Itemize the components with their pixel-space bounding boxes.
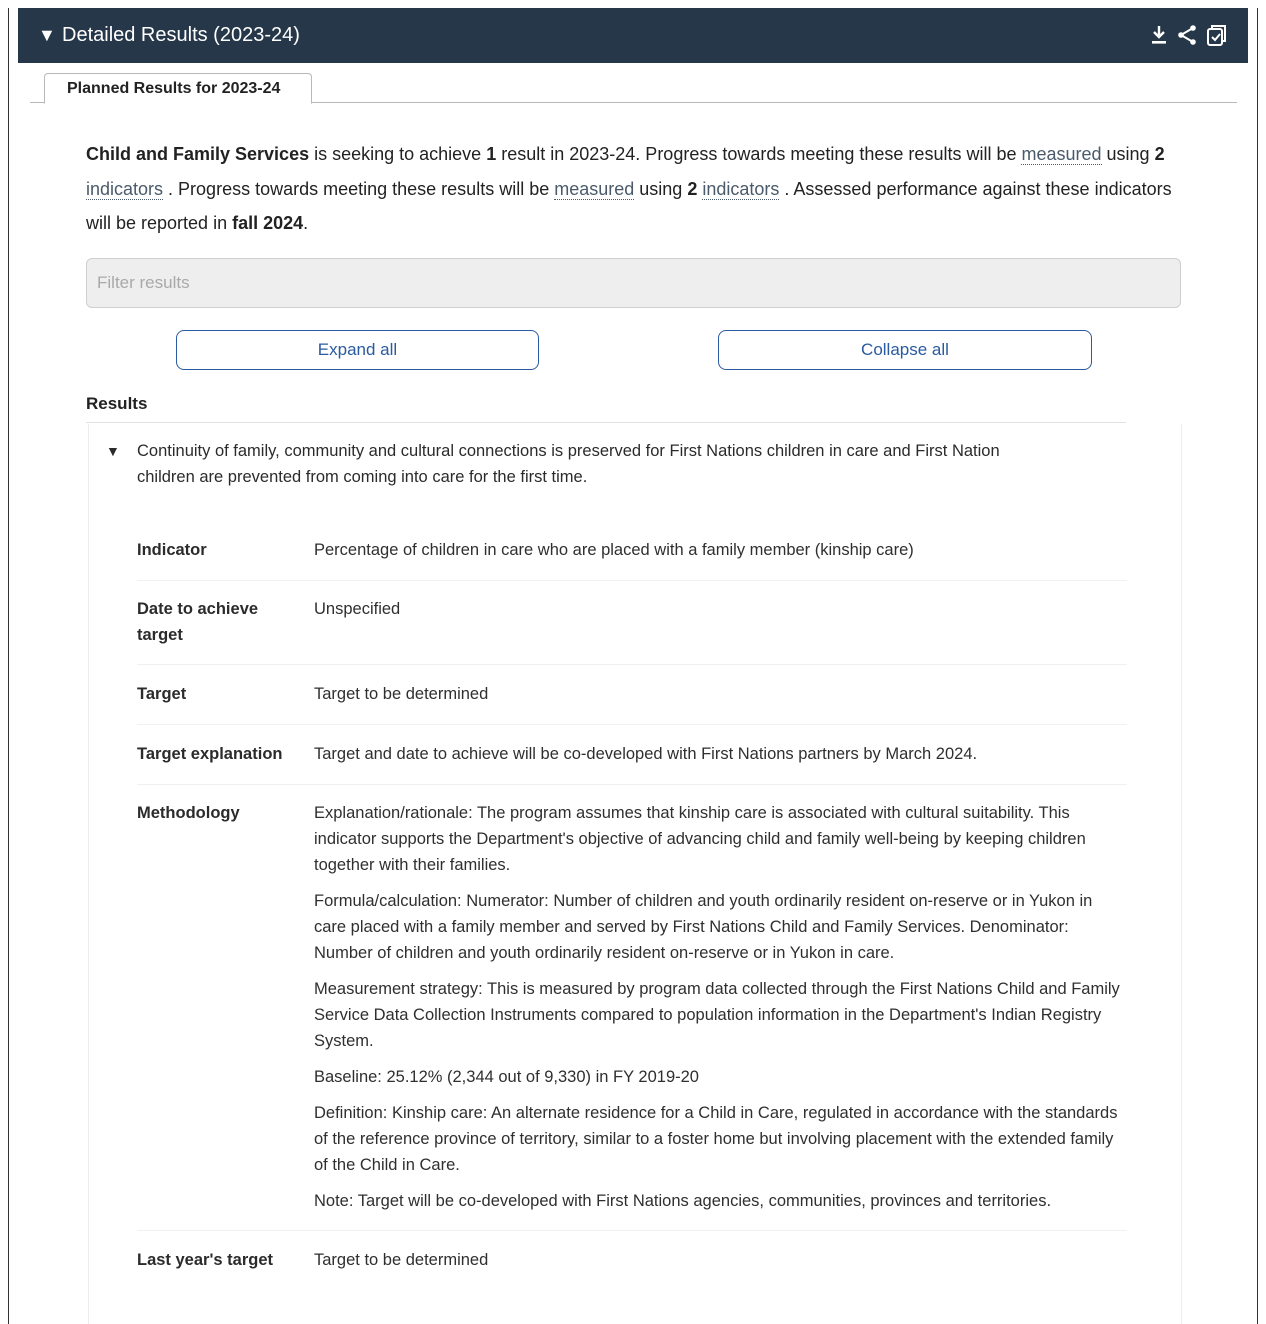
row-divider	[137, 1230, 1127, 1231]
measured-term[interactable]: measured	[1021, 144, 1102, 165]
row-divider	[137, 580, 1127, 581]
methodology-baseline: Baseline: 25.12% (2,344 out of 9,330) in…	[314, 1068, 699, 1086]
row-divider	[137, 664, 1127, 665]
measured-term[interactable]: measured	[554, 178, 635, 200]
divider	[86, 422, 1126, 423]
row-divider	[137, 724, 1127, 725]
collapse-caret-icon[interactable]: ▼	[38, 25, 58, 46]
row-label: Date to achieve target	[137, 600, 259, 644]
result-title[interactable]: Continuity of family, community and cult…	[137, 438, 1006, 490]
report-date: fall 2024	[232, 213, 304, 233]
collapse-all-button[interactable]: Collapse all	[718, 330, 1092, 370]
row-value: Target to be determined	[314, 1251, 489, 1269]
row-value: Target to be determined	[314, 685, 489, 703]
result-summary-toggle[interactable]: ▼ Continuity of family, community and cu…	[106, 438, 1006, 490]
methodology-measurement: Measurement strategy: This is measured b…	[314, 980, 1120, 1050]
indicators-term[interactable]: indicators	[86, 178, 164, 200]
methodology-text: Explanation/rationale: The program assum…	[314, 800, 1124, 1224]
intro-text: using	[634, 178, 688, 199]
row-value: Unspecified	[314, 600, 401, 618]
panel-header[interactable]: ▼ Detailed Results (2023-24)	[18, 8, 1248, 63]
expand-all-button[interactable]: Expand all	[176, 330, 539, 370]
row-label: Last year's target	[137, 1251, 273, 1269]
methodology-definition: Definition: Kinship care: An alternate r…	[314, 1104, 1118, 1174]
share-icon[interactable]	[1176, 23, 1198, 47]
results-heading: Results	[86, 394, 148, 413]
methodology-note: Note: Target will be co-developed with F…	[314, 1192, 1052, 1210]
row-label: Indicator	[137, 541, 207, 559]
row-value: Percentage of children in care who are p…	[314, 541, 914, 559]
copy-icon[interactable]	[1204, 23, 1226, 47]
row-label: Target	[137, 685, 187, 703]
intro-text: is seeking to achieve	[309, 144, 487, 164]
methodology-rationale: Explanation/rationale: The program assum…	[314, 804, 1086, 874]
row-label: Target explanation	[137, 745, 283, 763]
intro-text: using	[1101, 144, 1155, 164]
row-divider	[137, 784, 1127, 785]
indicator-count: 2	[687, 178, 698, 199]
intro-text: result in 2023-24. Progress towards meet…	[496, 144, 1022, 164]
row-label: Methodology	[137, 804, 240, 822]
download-icon[interactable]	[1148, 23, 1170, 47]
filter-results-input[interactable]	[86, 258, 1181, 308]
result-count: 1	[486, 144, 497, 164]
header-actions	[1148, 23, 1226, 47]
org-name: Child and Family Services	[86, 144, 310, 164]
intro-text: . Progress towards meeting these results…	[163, 178, 555, 199]
intro-text: .	[303, 213, 309, 233]
row-value: Target and date to achieve will be co-de…	[314, 745, 978, 763]
indicator-count: 2	[1154, 144, 1165, 164]
expanded-triangle-icon[interactable]: ▼	[106, 438, 120, 464]
intro-paragraph: Child and Family Services is seeking to …	[86, 137, 1186, 241]
methodology-formula: Formula/calculation: Numerator: Number o…	[314, 892, 1093, 962]
indicators-term[interactable]: indicators	[702, 178, 780, 200]
panel-title[interactable]: Detailed Results (2023-24)	[62, 24, 300, 47]
tab-planned-results[interactable]: Planned Results for 2023-24	[44, 73, 312, 104]
